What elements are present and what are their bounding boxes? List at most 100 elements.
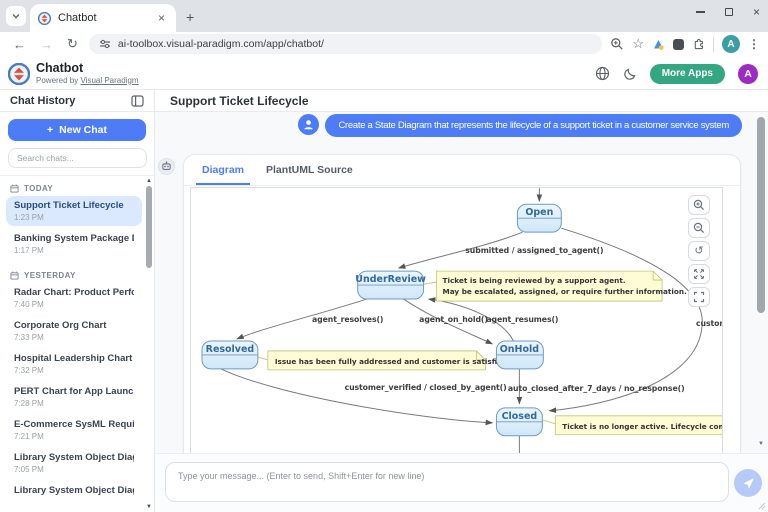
resize-grip[interactable] <box>758 502 766 510</box>
send-button[interactable] <box>734 469 762 497</box>
tab-close-icon[interactable]: × <box>155 11 168 25</box>
app-title: Chatbot <box>36 62 139 76</box>
language-globe-icon[interactable] <box>595 66 610 81</box>
chat-item-time: 7:33 PM <box>14 333 134 342</box>
search-chats-input[interactable] <box>8 148 147 168</box>
chat-item-library-1[interactable]: Library System Object Diagr... 7:05 PM <box>6 448 142 478</box>
browser-menu-icon[interactable]: ⋮ <box>748 37 760 51</box>
back-button[interactable]: ← <box>10 37 29 52</box>
app-header: Chatbot Powered by Visual Paradigm More … <box>0 58 768 90</box>
plus-icon: + <box>47 124 53 136</box>
browser-toolbar: ← → ↻ ai-toolbox.visual-paradigm.com/app… <box>0 32 768 58</box>
browser-tab[interactable]: Chatbot × <box>30 4 176 32</box>
extension-dark-icon[interactable] <box>673 39 684 50</box>
zoom-out-button[interactable] <box>688 218 710 238</box>
site-info-icon <box>99 38 111 50</box>
diagram-canvas[interactable]: Ticket is being reviewed by a support ag… <box>190 187 723 453</box>
tab-diagram[interactable]: Diagram <box>202 155 244 185</box>
chat-item-library-2[interactable]: Library System Object Diagr <box>6 481 142 500</box>
chat-item-org-chart[interactable]: Corporate Org Chart 7:33 PM <box>6 316 142 346</box>
chat-item-radar[interactable]: Radar Chart: Product Perfor... 7:40 PM <box>6 283 142 313</box>
address-bar[interactable]: ai-toolbox.visual-paradigm.com/app/chatb… <box>89 34 602 54</box>
new-chat-label: New Chat <box>59 124 107 136</box>
tab-title: Chatbot <box>58 12 148 24</box>
sidebar-collapse-icon[interactable] <box>131 95 144 107</box>
toolbar-separator <box>713 37 714 52</box>
label-auto-closed: auto_closed_after_7_days / no_response() <box>508 384 685 393</box>
chat-item-hospital[interactable]: Hospital Leadership Chart 7:32 PM <box>6 349 142 379</box>
window-close-button[interactable]: × <box>753 6 760 18</box>
svg-text:Issue has been fully addressed: Issue has been fully addressed and custo… <box>275 357 510 366</box>
sidebar-scroll-down-arrow[interactable]: ▼ <box>146 504 152 510</box>
expand-button[interactable] <box>688 264 710 284</box>
chat-scroll-down-arrow[interactable]: ▼ <box>758 441 764 447</box>
tab-search-chevron-button[interactable] <box>6 6 26 26</box>
main-panel: Support Ticket Lifecycle Create a State … <box>155 90 768 512</box>
label-agent-on-hold: agent_on_hold() <box>419 315 488 324</box>
chat-item-pert[interactable]: PERT Chart for App Launch 7:28 PM <box>6 382 142 412</box>
diagram-toolbar: ↺ <box>688 195 710 307</box>
chat-history-sidebar: Chat History + New Chat TODAY Support Ti… <box>0 90 155 512</box>
chat-item-time: 7:32 PM <box>14 366 134 375</box>
more-apps-button[interactable]: More Apps <box>650 64 725 84</box>
chat-item-banking[interactable]: Banking System Package Dia... 1:17 PM <box>6 229 142 259</box>
reset-view-button[interactable]: ↺ <box>688 241 710 261</box>
state-underreview[interactable]: UnderReview <box>355 271 426 299</box>
chat-item-time: 7:28 PM <box>14 399 134 408</box>
page-title: Support Ticket Lifecycle <box>155 90 768 112</box>
chat-item-title: Radar Chart: Product Perfor... <box>14 287 134 298</box>
chat-item-title: Library System Object Diagr <box>14 485 134 496</box>
new-chat-button[interactable]: + New Chat <box>8 119 146 141</box>
zoom-in-button[interactable] <box>688 195 710 215</box>
svg-text:UnderReview: UnderReview <box>355 274 426 285</box>
chat-item-title: Banking System Package Dia... <box>14 233 134 244</box>
extensions-puzzle-icon[interactable] <box>692 38 705 51</box>
chat-item-time: 1:23 PM <box>14 213 134 222</box>
section-yesterday: YESTERDAY <box>0 267 142 283</box>
app-subtitle: Powered by Visual Paradigm <box>36 76 139 86</box>
message-input-area <box>155 453 768 512</box>
bot-response-card: Diagram PlantUML Source <box>183 154 741 453</box>
chat-scrollbar-thumb[interactable] <box>757 117 765 313</box>
dark-mode-moon-icon[interactable] <box>623 67 637 81</box>
reload-button[interactable]: ↻ <box>64 36 81 52</box>
chat-item-time: 7:21 PM <box>14 432 134 441</box>
new-tab-button[interactable]: + <box>186 10 194 24</box>
section-today: TODAY <box>0 180 142 196</box>
visual-paradigm-link[interactable]: Visual Paradigm <box>80 76 138 85</box>
chat-item-title: Library System Object Diagr... <box>14 452 134 463</box>
powered-by-text: Powered by <box>36 76 80 85</box>
zoom-page-icon[interactable] <box>610 37 624 51</box>
chat-item-ecommerce[interactable]: E-Commerce SysML Require... 7:21 PM <box>6 415 142 445</box>
state-onhold[interactable]: OnHold <box>496 341 543 369</box>
bookmark-star-icon[interactable]: ☆ <box>632 36 644 52</box>
chat-area: Create a State Diagram that represents t… <box>155 112 768 453</box>
state-resolved[interactable]: Resolved <box>202 341 258 369</box>
url-text: ai-toolbox.visual-paradigm.com/app/chatb… <box>118 38 324 50</box>
forward-button[interactable]: → <box>37 37 56 52</box>
state-open[interactable]: Open <box>517 204 561 232</box>
browser-tabstrip: Chatbot × + × <box>0 0 768 32</box>
browser-profile-avatar[interactable]: A <box>722 35 740 53</box>
sidebar-scroll-up-arrow[interactable]: ▲ <box>146 178 152 184</box>
svg-text:Ticket is being reviewed by a: Ticket is being reviewed by a support ag… <box>443 276 626 285</box>
visual-paradigm-logo <box>8 63 30 85</box>
chat-item-title: E-Commerce SysML Require... <box>14 419 134 430</box>
bot-avatar <box>158 158 175 175</box>
window-minimize-button[interactable] <box>696 11 705 13</box>
svg-text:Ticket is no longer active. Li: Ticket is no longer active. Lifecycle co… <box>562 422 723 431</box>
tab-plantuml-source[interactable]: PlantUML Source <box>266 155 353 185</box>
window-maximize-button[interactable] <box>725 8 733 16</box>
sidebar-scrollbar-thumb[interactable] <box>146 186 152 268</box>
window-controls: × <box>696 6 760 18</box>
svg-text:May be escalated, assigned, or: May be escalated, assigned, or require f… <box>443 287 688 296</box>
user-message-bubble: Create a State Diagram that represents t… <box>325 114 742 137</box>
state-closed[interactable]: Closed <box>496 408 542 436</box>
sidebar-header: Chat History <box>0 90 154 112</box>
message-input[interactable] <box>165 462 729 502</box>
fullscreen-button[interactable] <box>688 287 710 307</box>
label-agent-resumes: agent_resumes() <box>486 315 558 324</box>
user-avatar[interactable]: A <box>738 64 758 84</box>
extension-drive-icon[interactable] <box>652 38 665 51</box>
chat-item-support-ticket[interactable]: Support Ticket Lifecycle 1:23 PM <box>6 196 142 226</box>
